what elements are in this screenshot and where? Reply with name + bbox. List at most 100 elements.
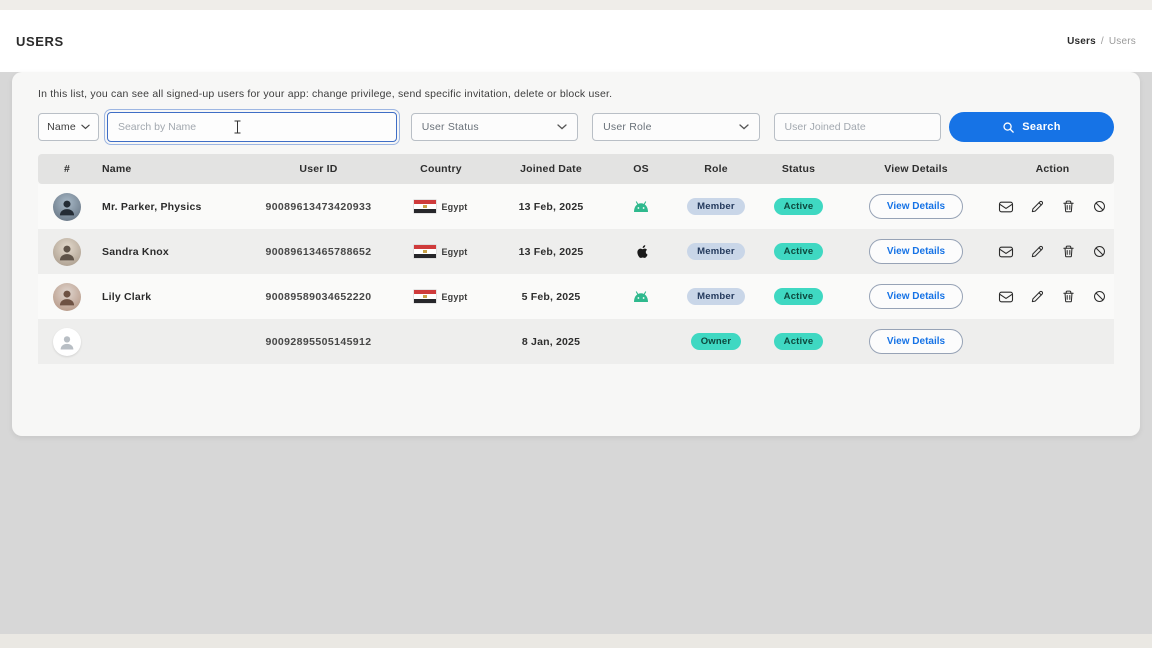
user-country: Egypt — [414, 245, 467, 258]
delete-icon[interactable] — [1061, 199, 1076, 214]
row-actions — [998, 244, 1107, 260]
block-icon[interactable] — [1092, 244, 1107, 259]
search-button[interactable]: Search — [949, 112, 1114, 142]
page-bottom-edge — [0, 634, 1152, 648]
app-header: USERS Users / Users — [0, 10, 1152, 72]
chevron-down-icon — [81, 124, 90, 130]
breadcrumb-separator: / — [1101, 36, 1104, 47]
user-role-dropdown[interactable]: User Role — [592, 113, 759, 141]
avatar — [53, 328, 81, 356]
breadcrumb: Users / Users — [1067, 36, 1136, 47]
country-label: Egypt — [441, 292, 467, 302]
user-country: Egypt — [414, 290, 467, 303]
users-table: # Name User ID Country Joined Date OS Ro… — [38, 154, 1114, 364]
col-os: OS — [633, 163, 649, 175]
egypt-flag-icon — [414, 290, 436, 303]
egypt-flag-icon — [414, 245, 436, 258]
table-header-row: # Name User ID Country Joined Date OS Ro… — [38, 154, 1114, 184]
col-country: Country — [420, 163, 462, 175]
email-icon[interactable] — [998, 289, 1014, 305]
delete-icon[interactable] — [1061, 244, 1076, 259]
role-badge: Member — [687, 243, 745, 260]
os-cell — [632, 291, 650, 303]
edit-icon[interactable] — [1030, 244, 1045, 259]
view-details-button[interactable]: View Details — [869, 284, 963, 309]
joined-date: 8 Jan, 2025 — [522, 336, 580, 348]
apple-icon — [635, 244, 648, 259]
col-name: Name — [96, 163, 131, 175]
status-badge: Active — [774, 288, 824, 305]
chevron-down-icon — [557, 124, 567, 130]
android-icon — [632, 291, 650, 303]
user-id: 90089613465788652 — [265, 246, 371, 258]
col-view-details: View Details — [884, 163, 948, 175]
breadcrumb-parent[interactable]: Users — [1067, 36, 1096, 47]
user-id: 90089613473420933 — [265, 201, 371, 213]
col-status: Status — [782, 163, 815, 175]
status-badge: Active — [774, 333, 824, 350]
person-icon — [57, 197, 77, 217]
page-title: USERS — [16, 34, 64, 49]
person-icon — [58, 333, 76, 351]
view-details-button[interactable]: View Details — [869, 329, 963, 354]
role-badge: Member — [687, 288, 745, 305]
table-row: Sandra Knox 90089613465788652 Egypt 13 F… — [38, 229, 1114, 274]
user-name: Mr. Parker, Physics — [96, 201, 202, 213]
filter-bar: Name User Status User Role Search — [38, 112, 1114, 142]
col-index: # — [64, 163, 70, 175]
avatar — [53, 193, 81, 221]
user-name: Sandra Knox — [96, 246, 169, 258]
joined-date: 13 Feb, 2025 — [519, 246, 584, 258]
person-icon — [57, 242, 77, 262]
breadcrumb-current: Users — [1109, 36, 1136, 47]
search-icon — [1002, 121, 1015, 134]
search-field-select-value: Name — [47, 121, 76, 133]
android-icon — [632, 201, 650, 213]
col-role: Role — [704, 163, 728, 175]
email-icon[interactable] — [998, 199, 1014, 215]
block-icon[interactable] — [1092, 199, 1107, 214]
search-field-select[interactable]: Name — [38, 113, 99, 141]
avatar — [53, 283, 81, 311]
joined-date-input[interactable] — [774, 113, 941, 141]
search-button-label: Search — [1022, 121, 1061, 133]
table-row: Lily Clark 90089589034652220 Egypt 5 Feb… — [38, 274, 1114, 319]
role-badge: Member — [687, 198, 745, 215]
os-cell — [632, 201, 650, 213]
email-icon[interactable] — [998, 244, 1014, 260]
edit-icon[interactable] — [1030, 199, 1045, 214]
os-cell — [635, 244, 648, 259]
delete-icon[interactable] — [1061, 289, 1076, 304]
edit-icon[interactable] — [1030, 289, 1045, 304]
view-details-button[interactable]: View Details — [869, 239, 963, 264]
avatar — [53, 238, 81, 266]
col-action: Action — [1036, 163, 1070, 175]
table-row: Mr. Parker, Physics 90089613473420933 Eg… — [38, 184, 1114, 229]
user-status-dropdown[interactable]: User Status — [411, 113, 578, 141]
role-badge: Owner — [691, 333, 742, 350]
col-joined-date: Joined Date — [520, 163, 582, 175]
user-status-dropdown-value: User Status — [422, 121, 479, 133]
user-role-dropdown-value: User Role — [603, 121, 651, 133]
user-id: 90089589034652220 — [265, 291, 371, 303]
status-badge: Active — [774, 243, 824, 260]
panel-description: In this list, you can see all signed-up … — [26, 86, 1126, 100]
row-actions — [998, 199, 1107, 215]
view-details-button[interactable]: View Details — [869, 194, 963, 219]
status-badge: Active — [774, 198, 824, 215]
users-panel: In this list, you can see all signed-up … — [12, 72, 1140, 436]
page-top-edge — [0, 0, 1152, 10]
block-icon[interactable] — [1092, 289, 1107, 304]
joined-date: 13 Feb, 2025 — [519, 201, 584, 213]
country-label: Egypt — [441, 202, 467, 212]
search-input[interactable] — [107, 112, 397, 142]
user-name: Lily Clark — [96, 291, 151, 303]
country-label: Egypt — [441, 247, 467, 257]
table-row: 90092895505145912 8 Jan, 2025 Owner Acti… — [38, 319, 1114, 364]
row-actions — [998, 289, 1107, 305]
person-icon — [57, 287, 77, 307]
search-input-wrap — [107, 112, 397, 142]
user-id: 90092895505145912 — [265, 336, 371, 348]
egypt-flag-icon — [414, 200, 436, 213]
chevron-down-icon — [739, 124, 749, 130]
